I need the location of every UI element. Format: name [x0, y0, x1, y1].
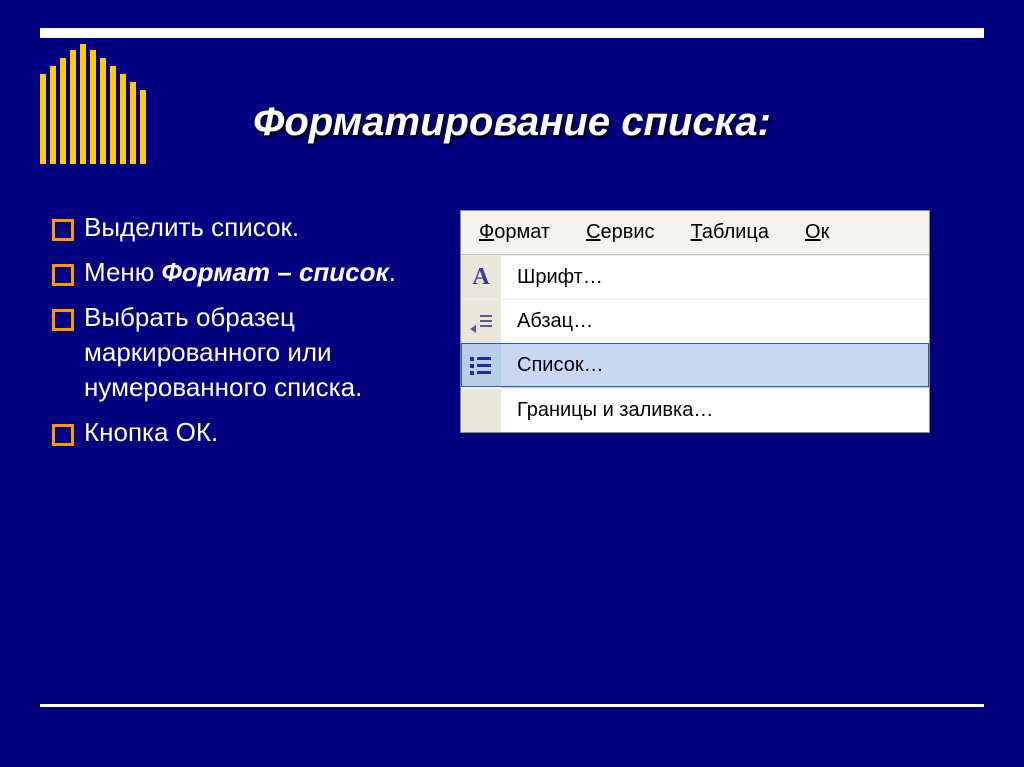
menu-table[interactable]: Таблица — [673, 211, 787, 254]
list-item: Меню Формат – список. — [50, 255, 420, 290]
font-icon: A — [472, 264, 489, 291]
menu-screenshot: Формат Сервис Таблица Ок A Шрифт… Абзац… — [460, 210, 930, 461]
list-item: Выбрать образец маркированного или нумер… — [50, 300, 420, 405]
menu-format[interactable]: Формат — [461, 211, 568, 254]
format-dropdown: A Шрифт… Абзац… — [461, 255, 929, 432]
slide-title: Форматирование списка: — [0, 100, 1024, 145]
top-divider — [40, 28, 984, 38]
paragraph-icon — [470, 313, 492, 331]
menu-item-borders[interactable]: Границы и заливка… — [461, 388, 929, 432]
list-icon — [470, 357, 492, 375]
bullet-list: Выделить список. Меню Формат – список. В… — [50, 210, 420, 461]
menu-item-font[interactable]: A Шрифт… — [461, 255, 929, 299]
menu-item-list[interactable]: Список… — [461, 343, 929, 387]
list-item: Выделить список. — [50, 210, 420, 245]
menu-service[interactable]: Сервис — [568, 211, 673, 254]
menu-window[interactable]: Ок — [787, 211, 847, 254]
list-item: Кнопка ОК. — [50, 415, 420, 450]
content-area: Выделить список. Меню Формат – список. В… — [50, 210, 974, 461]
menu-item-paragraph[interactable]: Абзац… — [461, 299, 929, 343]
bottom-divider — [40, 704, 984, 707]
menubar: Формат Сервис Таблица Ок — [461, 211, 929, 255]
